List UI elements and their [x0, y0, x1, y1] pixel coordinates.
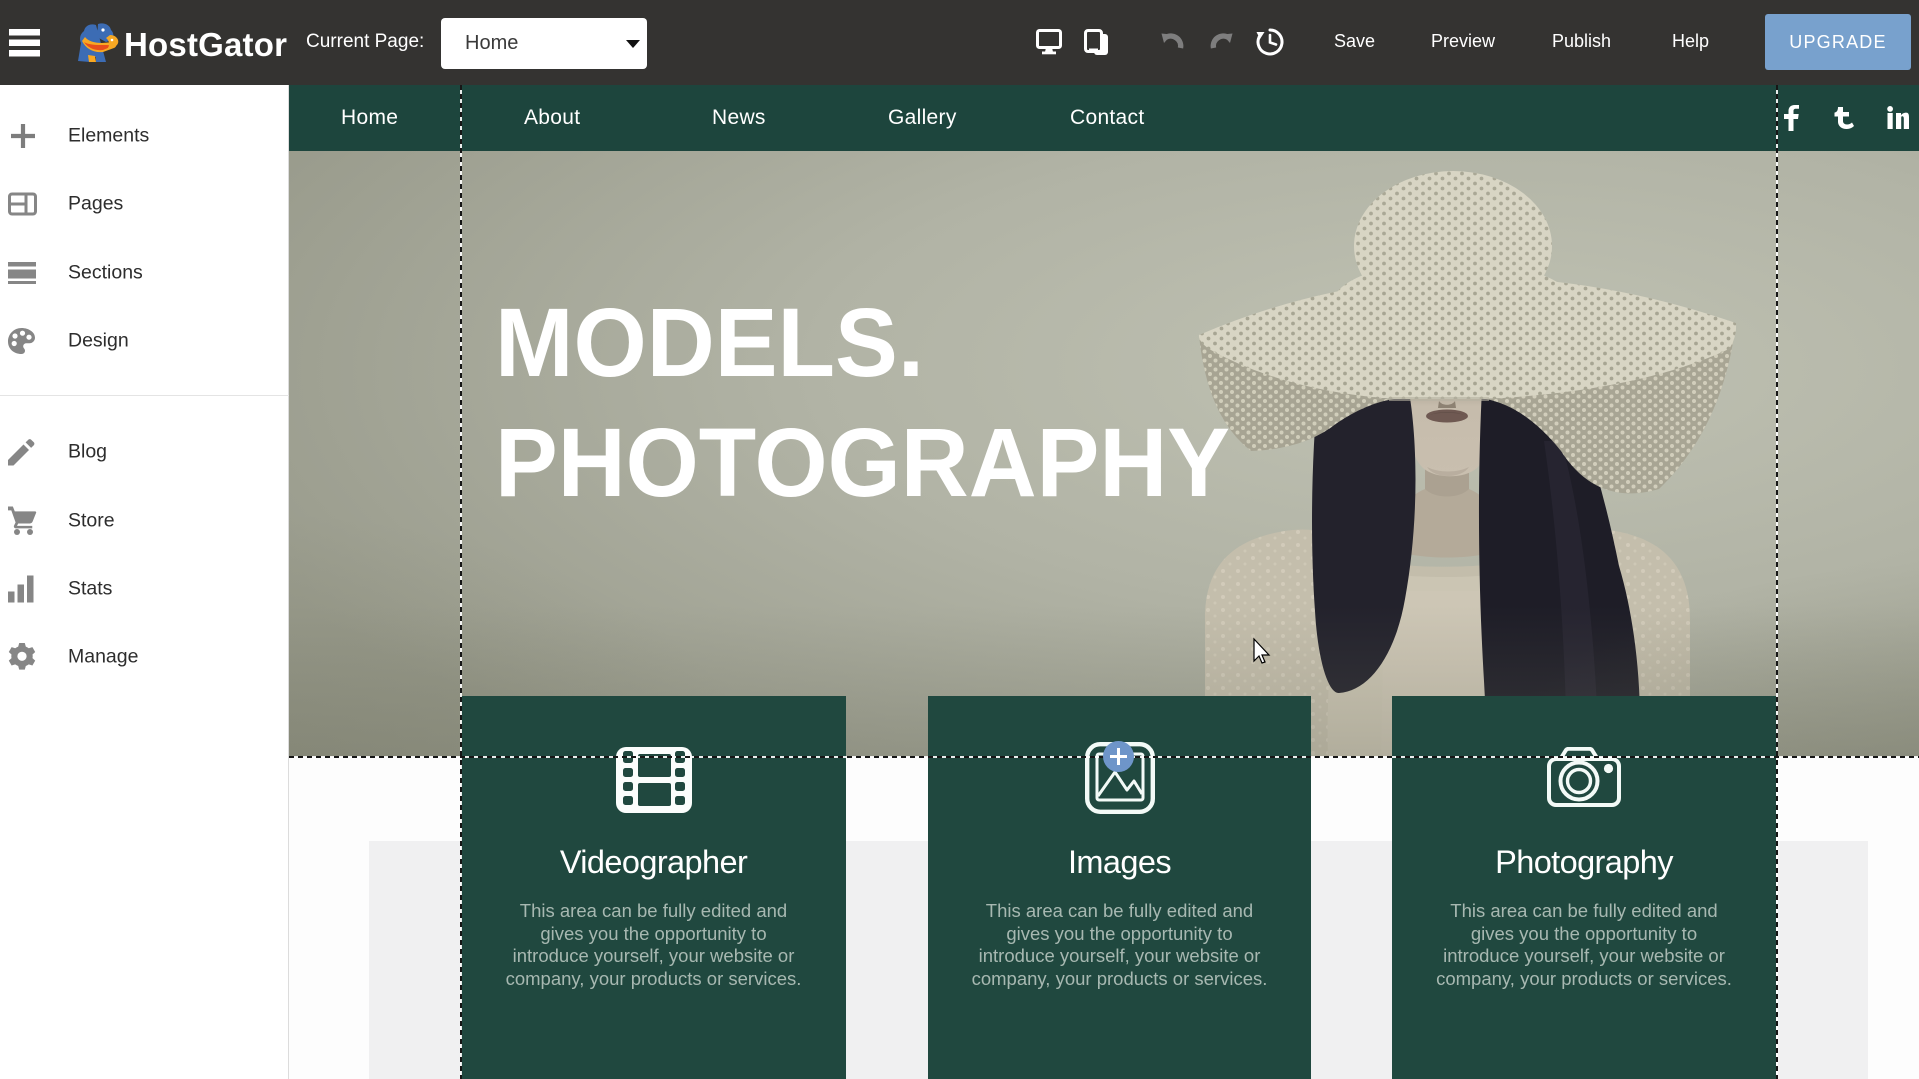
svg-text:MODELS.: MODELS. — [495, 288, 924, 397]
svg-text:PHOTOGRAPHY: PHOTOGRAPHY — [495, 408, 1230, 517]
